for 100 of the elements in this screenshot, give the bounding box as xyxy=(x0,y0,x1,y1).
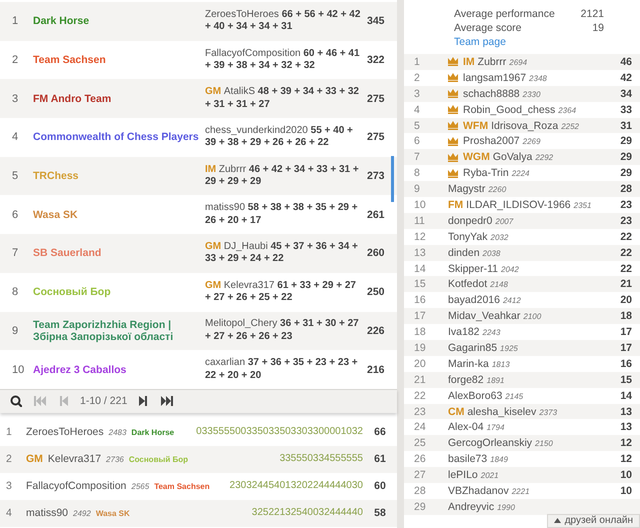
player-rating: 2269 xyxy=(522,137,540,146)
last-page-icon xyxy=(161,395,174,408)
player-link[interactable]: bayad2016 xyxy=(448,294,500,306)
player-link[interactable]: Skipper-11 xyxy=(448,262,498,275)
team-score: 261 xyxy=(366,208,386,221)
player-link[interactable]: VBZhadanov xyxy=(448,484,509,497)
player-link[interactable]: Kotfedot xyxy=(448,278,488,290)
player-rating: 1925 xyxy=(500,344,518,353)
leader-scores: IM Zubrrr 46 + 42 + 34 + 33 + 31 + 29 + 29 + 29 xyxy=(205,164,360,189)
player-title: IM xyxy=(463,56,475,68)
player-link[interactable]: FallacyofComposition xyxy=(26,480,126,492)
team-link[interactable]: Ajedrez 3 Caballos xyxy=(33,364,205,376)
player-points: 13 xyxy=(619,406,633,418)
player-link[interactable]: langsam1967 xyxy=(463,72,526,84)
game-results: 32522132540032444440 xyxy=(250,507,363,520)
player-rating: 1891 xyxy=(486,376,504,385)
leader-scores: FallacyofComposition 60 + 46 + 41 + 39 + 38 + 34 + 32 + 32 xyxy=(205,48,361,73)
player-points: 29 xyxy=(619,167,633,180)
player-rating: 2292 xyxy=(535,153,554,162)
team-link[interactable]: Team Sachsen xyxy=(33,54,205,66)
player-link[interactable]: Prosha2007 xyxy=(463,135,520,148)
player-link[interactable]: GercogOrleanskiy xyxy=(448,437,532,450)
player-link[interactable]: Alex-04 xyxy=(448,421,484,434)
leader-scores: GM AtalikS 48 + 39 + 34 + 33 + 32 + 31 + 31 + 27 xyxy=(205,86,360,112)
team-link[interactable]: Team Zaporizhzhia Region | Збірна Запорізької області xyxy=(33,318,205,343)
leader-scores: Melitopol_Chery 36 + 31 + 30 + 27 + 27 + 26 + 26 + 23 xyxy=(205,318,360,344)
rank-number: 3 xyxy=(11,92,20,105)
player-link[interactable]: Andreyvic xyxy=(448,500,494,513)
leader-scores: chess_vunderkind2020 55 + 40 + 39 + 38 + 29 + 26 + 26 + 22 xyxy=(205,124,354,150)
team-link[interactable]: Team Sachsen xyxy=(154,482,210,492)
rank-number: 4 xyxy=(5,507,13,520)
player-rating: 2260 xyxy=(488,185,506,194)
scrollbar-thumb[interactable] xyxy=(391,156,394,202)
player-points: 20 xyxy=(619,294,633,306)
team-page-link[interactable]: Team page xyxy=(454,35,640,49)
last-page-button[interactable] xyxy=(161,395,174,408)
rank-number: 10 xyxy=(11,364,26,376)
player-link[interactable]: Gagarin85 xyxy=(448,342,498,354)
player-rating: 1990 xyxy=(497,502,515,512)
player-points: 14 xyxy=(619,390,633,402)
player-link[interactable]: ZeroesToHeroes xyxy=(26,426,104,438)
player-link[interactable]: lePILo xyxy=(448,469,478,482)
leader-scores: matiss90 58 + 38 + 38 + 35 + 29 + 26 + 20 + 17 xyxy=(205,202,359,228)
player-link[interactable]: Robin_Good_chess xyxy=(463,104,556,116)
player-link[interactable]: Zubrrr xyxy=(478,56,506,68)
rank-number: 6 xyxy=(413,135,421,148)
player-link[interactable]: dinden xyxy=(448,246,480,259)
player-points: 60 xyxy=(373,480,387,492)
rank-number: 29 xyxy=(413,500,427,513)
team-link[interactable]: Commonwealth of Chess Players xyxy=(33,131,205,144)
player-link[interactable]: matiss90 xyxy=(26,507,68,520)
team-link[interactable]: Dark Horse xyxy=(131,428,174,438)
player-rating: 2221 xyxy=(512,486,530,496)
team-link[interactable]: Dark Horse xyxy=(33,15,205,28)
player-link[interactable]: basile73 xyxy=(448,453,488,466)
player-link[interactable]: TonyYak xyxy=(448,230,488,243)
player-link[interactable]: Ryba-Trin xyxy=(463,167,509,180)
player-points: 22 xyxy=(619,230,633,243)
player-link[interactable]: Midav_Veahkar xyxy=(448,310,520,322)
player-link[interactable]: ILDAR_ILDISOV-1966 xyxy=(466,198,571,211)
player-rating: 1813 xyxy=(492,360,510,369)
stat-label: Average performance xyxy=(454,7,555,21)
player-link[interactable]: Marin-ka xyxy=(448,358,489,370)
player-rating: 2736 xyxy=(106,455,124,464)
player-link[interactable]: Kelevra317 xyxy=(48,453,102,466)
player-rating: 2042 xyxy=(501,264,519,274)
rank-number: 20 xyxy=(413,358,427,370)
team-score: 260 xyxy=(366,247,386,260)
player-rating: 2330 xyxy=(522,90,540,99)
team-score: 275 xyxy=(366,92,386,105)
friends-online-button[interactable]: друзей онлайн xyxy=(546,514,640,528)
game-results: 230324454013202244444030 xyxy=(228,480,363,492)
player-link[interactable]: forge82 xyxy=(448,374,484,386)
player-link[interactable]: GoValya xyxy=(492,151,532,164)
player-rating: 2038 xyxy=(482,248,500,258)
rank-number: 28 xyxy=(413,484,427,497)
rank-number: 22 xyxy=(413,390,427,402)
player-link[interactable]: alesha_kiselev xyxy=(467,406,536,418)
player-points: 42 xyxy=(619,72,633,84)
team-link[interactable]: FM Andro Team xyxy=(33,92,205,105)
rank-number: 27 xyxy=(413,469,427,482)
player-link[interactable]: AlexBoro63 xyxy=(448,390,502,402)
rank-number: 17 xyxy=(413,310,427,322)
rank-number: 26 xyxy=(413,453,427,466)
player-points: 28 xyxy=(619,183,633,196)
rank-number: 7 xyxy=(11,247,20,260)
player-points: 16 xyxy=(619,358,633,370)
next-page-button[interactable] xyxy=(137,395,150,408)
team-score: 273 xyxy=(366,170,386,182)
player-link[interactable]: Magystr xyxy=(448,183,486,196)
player-rating: 2243 xyxy=(482,328,500,338)
stat-value: 19 xyxy=(592,21,604,35)
player-rating: 2412 xyxy=(502,296,521,306)
player-link[interactable]: Iva182 xyxy=(448,326,480,338)
player-rating: 2348 xyxy=(529,74,547,83)
search-button[interactable] xyxy=(10,395,22,408)
player-link[interactable]: schach8888 xyxy=(463,88,520,100)
page-range: 1-10 / 221 xyxy=(80,395,128,408)
player-link[interactable]: Idrisova_Roza xyxy=(491,120,558,132)
player-link[interactable]: donpedr0 xyxy=(448,214,492,227)
